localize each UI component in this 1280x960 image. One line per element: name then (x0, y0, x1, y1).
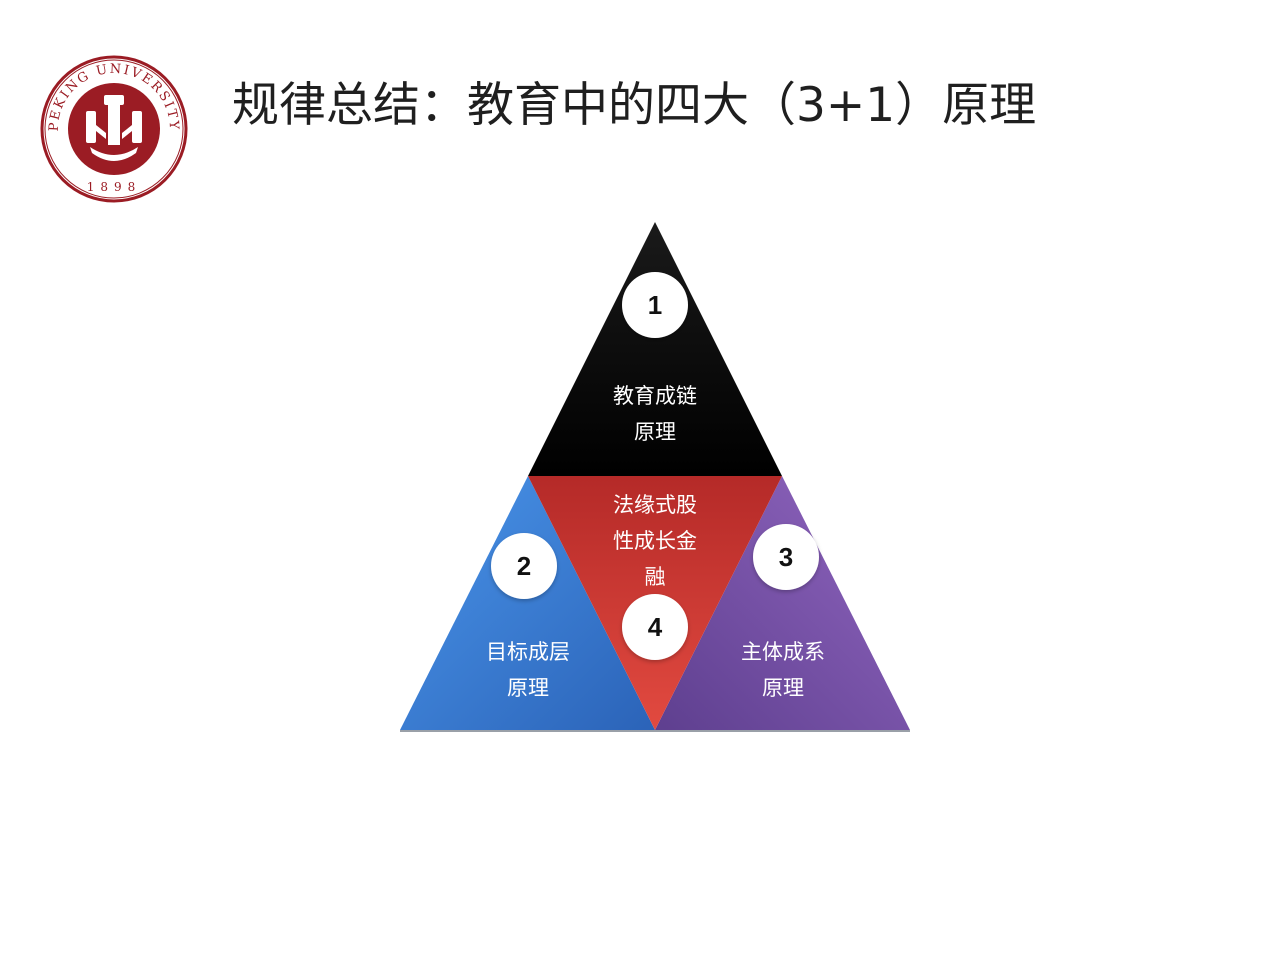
segment-top-label-line-2: 原理 (634, 420, 676, 444)
badge-1: 1 (622, 272, 688, 338)
badge-3-number: 3 (779, 542, 793, 572)
segment-top-label-line-1: 教育成链 (613, 384, 697, 408)
segment-center-label-line-2: 性成长金 (613, 529, 697, 553)
segment-right-label-line-2: 原理 (762, 676, 804, 700)
four-principles-pyramid: 教育成链 原理 目标成层 原理 主体成系 原理 法缘式股 性成长金 融 1 2 … (400, 222, 910, 732)
badge-2: 2 (491, 533, 557, 599)
segment-left-label-line-2: 原理 (507, 676, 549, 700)
segment-left-label-line-1: 目标成层 (486, 640, 570, 664)
segment-right-label-line-1: 主体成系 (741, 640, 825, 664)
badge-4-number: 4 (648, 612, 663, 642)
slide: PEKING UNIVERSITY 1898 规律总结：教育中的四大（3+1）原… (0, 0, 1280, 960)
badge-3: 3 (753, 524, 819, 590)
segment-center-label-line-1: 法缘式股 (613, 493, 697, 517)
badge-4: 4 (622, 594, 688, 660)
segment-center-label-line-3: 融 (645, 565, 666, 589)
badge-2-number: 2 (517, 551, 531, 581)
badge-1-number: 1 (648, 290, 662, 320)
